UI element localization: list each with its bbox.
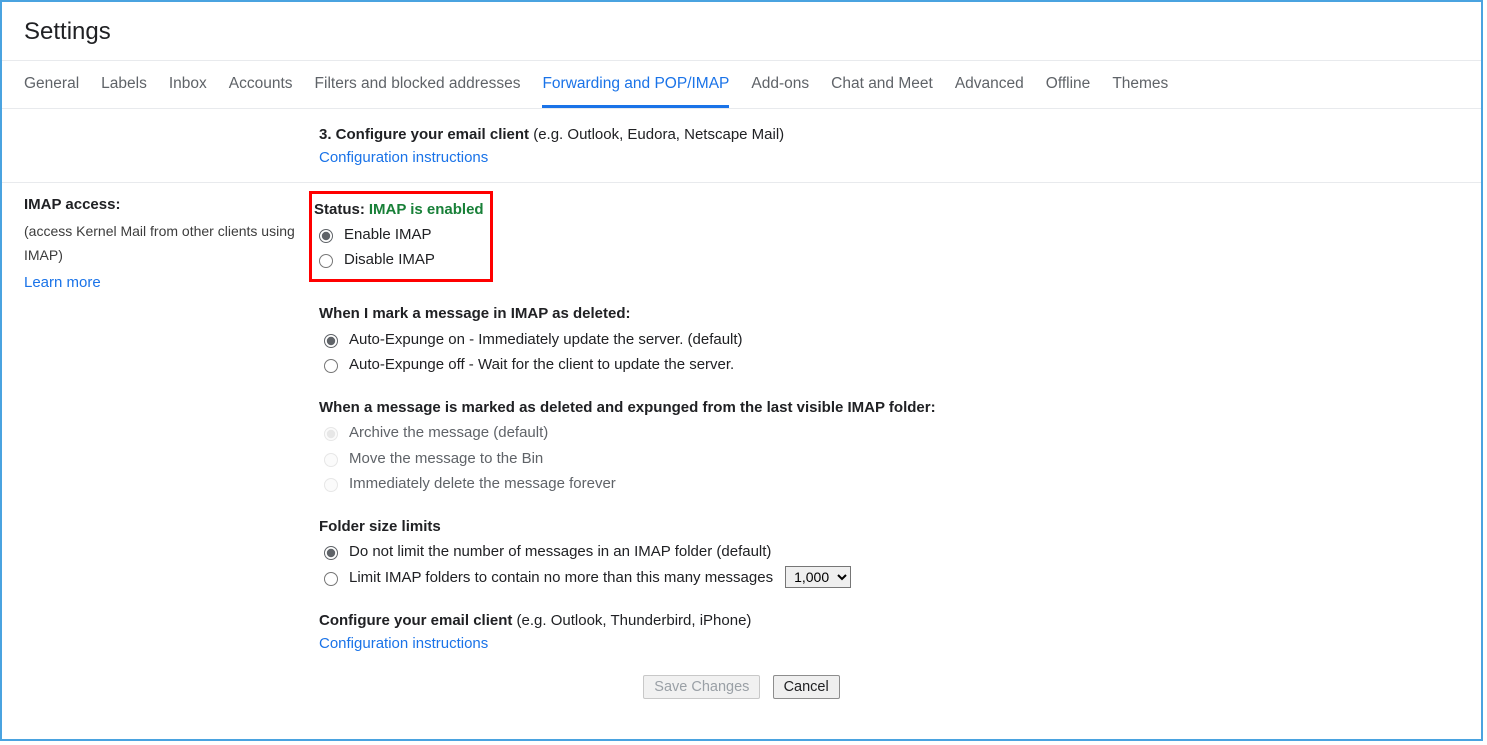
message-count-select[interactable]: 1,000 — [785, 566, 851, 588]
button-row: Save Changes Cancel — [24, 675, 1459, 699]
page-title: Settings — [2, 2, 1481, 61]
tab-offline[interactable]: Offline — [1046, 61, 1091, 108]
archive-option: Archive the message (default) — [319, 421, 1459, 444]
pop-step-desc: (e.g. Outlook, Eudora, Netscape Mail) — [529, 126, 784, 143]
disable-imap-label: Disable IMAP — [344, 248, 435, 271]
disable-imap-option[interactable]: Disable IMAP — [314, 248, 484, 271]
imap-access-title: IMAP access: — [24, 193, 319, 216]
folder-limits-group: Folder size limits Do not limit the numb… — [319, 515, 1459, 589]
folder-group-title: Folder size limits — [319, 515, 1459, 538]
no-limit-label: Do not limit the number of messages in a… — [349, 540, 771, 563]
configure-client-rest: (e.g. Outlook, Thunderbird, iPhone) — [512, 612, 751, 629]
delete-forever-label: Immediately delete the message forever — [349, 472, 616, 495]
deleted-behavior-group: When I mark a message in IMAP as deleted… — [319, 302, 1459, 376]
no-limit-option[interactable]: Do not limit the number of messages in a… — [319, 540, 1459, 563]
auto-expunge-off-radio[interactable] — [324, 359, 338, 373]
enable-imap-option[interactable]: Enable IMAP — [314, 223, 484, 246]
pop-step-label: 3. Configure your email client — [319, 126, 529, 143]
pop-step3-section: 3. Configure your email client (e.g. Out… — [24, 109, 1459, 182]
configure-client-bold: Configure your email client — [319, 612, 512, 629]
archive-label: Archive the message (default) — [349, 421, 548, 444]
enable-imap-label: Enable IMAP — [344, 223, 432, 246]
cancel-button[interactable]: Cancel — [773, 675, 840, 699]
tab-addons[interactable]: Add-ons — [751, 61, 809, 108]
move-bin-label: Move the message to the Bin — [349, 447, 543, 470]
learn-more-link[interactable]: Learn more — [24, 274, 101, 291]
imap-access-left: IMAP access: (access Kernel Mail from ot… — [24, 193, 319, 656]
imap-status-highlight: Status: IMAP is enabled Enable IMAP Disa… — [309, 191, 493, 283]
auto-expunge-on-radio[interactable] — [324, 334, 338, 348]
delete-forever-option: Immediately delete the message forever — [319, 472, 1459, 495]
tab-accounts[interactable]: Accounts — [229, 61, 293, 108]
auto-expunge-off-option[interactable]: Auto-Expunge off - Wait for the client t… — [319, 353, 1459, 376]
expunged-behavior-group: When a message is marked as deleted and … — [319, 396, 1459, 495]
auto-expunge-on-option[interactable]: Auto-Expunge on - Immediately update the… — [319, 328, 1459, 351]
settings-tabs: General Labels Inbox Accounts Filters an… — [2, 61, 1481, 109]
auto-expunge-on-label: Auto-Expunge on - Immediately update the… — [349, 328, 743, 351]
no-limit-radio[interactable] — [324, 546, 338, 560]
tab-general[interactable]: General — [24, 61, 79, 108]
delete-forever-radio — [324, 478, 338, 492]
imap-config-link[interactable]: Configuration instructions — [319, 635, 488, 652]
imap-status-label: Status: — [314, 198, 365, 221]
disable-imap-radio[interactable] — [319, 254, 333, 268]
imap-access-desc: (access Kernel Mail from other clients u… — [24, 220, 319, 268]
configure-client-group: Configure your email client (e.g. Outloo… — [319, 609, 1459, 656]
expunged-group-title: When a message is marked as deleted and … — [319, 396, 1459, 419]
auto-expunge-off-label: Auto-Expunge off - Wait for the client t… — [349, 353, 734, 376]
tab-labels[interactable]: Labels — [101, 61, 147, 108]
enable-imap-radio[interactable] — [319, 229, 333, 243]
limit-messages-label: Limit IMAP folders to contain no more th… — [349, 566, 773, 589]
move-bin-option: Move the message to the Bin — [319, 447, 1459, 470]
imap-status-value: IMAP is enabled — [369, 198, 484, 221]
pop-config-link[interactable]: Configuration instructions — [319, 149, 488, 166]
move-bin-radio — [324, 453, 338, 467]
tab-filters[interactable]: Filters and blocked addresses — [315, 61, 521, 108]
tab-advanced[interactable]: Advanced — [955, 61, 1024, 108]
save-button: Save Changes — [643, 675, 760, 699]
tab-forwarding-pop-imap[interactable]: Forwarding and POP/IMAP — [542, 61, 729, 108]
deleted-group-title: When I mark a message in IMAP as deleted… — [319, 302, 1459, 325]
archive-radio — [324, 427, 338, 441]
limit-messages-radio[interactable] — [324, 572, 338, 586]
tab-chat-meet[interactable]: Chat and Meet — [831, 61, 933, 108]
limit-messages-option[interactable]: Limit IMAP folders to contain no more th… — [319, 566, 1459, 589]
tab-themes[interactable]: Themes — [1112, 61, 1168, 108]
tab-inbox[interactable]: Inbox — [169, 61, 207, 108]
